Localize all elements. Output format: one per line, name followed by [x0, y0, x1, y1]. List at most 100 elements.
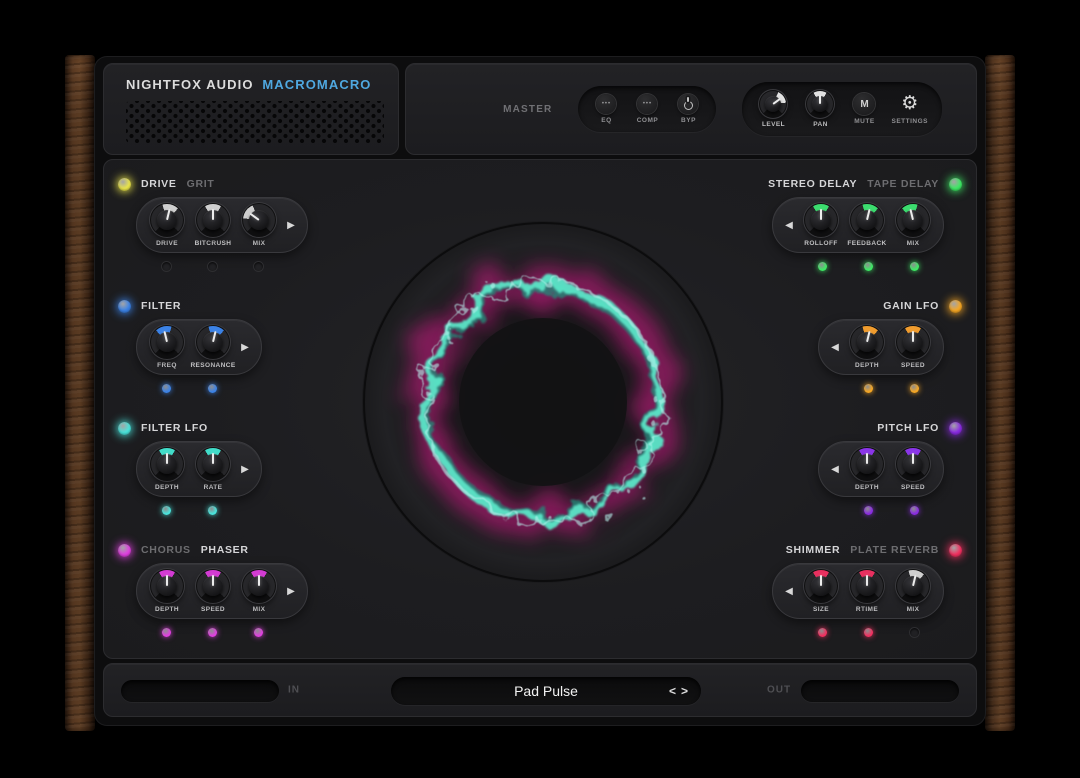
expand-right-icon[interactable]: ▶: [285, 220, 297, 231]
master-switch-cluster: ••• EQ ••• COMP BYP: [578, 86, 716, 132]
drive-mix-knob[interactable]: MIX: [239, 203, 279, 247]
shimmer-mix-knob[interactable]: MIX: [893, 569, 933, 613]
drive-power-led[interactable]: [118, 178, 131, 191]
tab-plate-reverb[interactable]: PLATE REVERB: [850, 544, 939, 556]
chorus-depth-knob[interactable]: DEPTH: [147, 569, 187, 613]
shimmer-power-led[interactable]: [949, 544, 962, 557]
mod-dot: [162, 506, 171, 515]
eq-button[interactable]: ••• EQ: [592, 94, 620, 124]
tab-drive[interactable]: DRIVE: [141, 178, 177, 190]
mod-dot: [162, 628, 171, 637]
tab-chorus[interactable]: CHORUS: [141, 544, 191, 556]
tab-gain-lfo[interactable]: GAIN LFO: [883, 300, 939, 312]
expand-left-icon[interactable]: ◀: [829, 342, 841, 353]
mod-dot: [910, 384, 919, 393]
module-filter-lfo-header: FILTER LFO: [118, 421, 208, 435]
visualizer-center: [459, 318, 627, 486]
filter-lfo-rate-knob[interactable]: RATE: [193, 447, 233, 491]
power-icon: [678, 94, 698, 114]
mod-dot: [864, 384, 873, 393]
master-knob-cluster: LEVEL PAN M MUTE ⚙ SETTINGS: [742, 82, 942, 136]
tab-pitch-lfo[interactable]: PITCH LFO: [877, 422, 939, 434]
drive-mod-dots: [136, 262, 288, 271]
mod-dot: [208, 628, 217, 637]
pitch-lfo-power-led[interactable]: [949, 422, 962, 435]
tab-phaser[interactable]: PHASER: [201, 544, 249, 556]
rolloff-knob[interactable]: ROLLOFF: [801, 203, 841, 247]
filter-lfo-power-led[interactable]: [118, 422, 131, 435]
module-shimmer-header: SHIMMER PLATE REVERB: [786, 543, 962, 557]
tab-stereo-delay[interactable]: STEREO DELAY: [768, 178, 857, 190]
gain-lfo-power-led[interactable]: [949, 300, 962, 313]
chorus-speed-knob[interactable]: SPEED: [193, 569, 233, 613]
size-knob[interactable]: SIZE: [801, 569, 841, 613]
expand-right-icon[interactable]: ▶: [285, 586, 297, 597]
expand-right-icon[interactable]: ▶: [239, 342, 251, 353]
resonance-knob[interactable]: RESONANCE: [193, 325, 233, 369]
logo: NIGHTFOX AUDIO MACROMACRO: [126, 77, 398, 92]
filter-mod-dots: [136, 384, 242, 393]
pitch-lfo-speed-knob[interactable]: SPEED: [893, 447, 933, 491]
input-meter: [121, 680, 279, 702]
settings-button[interactable]: ⚙ SETTINGS: [891, 93, 928, 125]
level-knob[interactable]: LEVEL: [756, 90, 790, 128]
comp-button[interactable]: ••• COMP: [633, 94, 661, 124]
feedback-knob[interactable]: FEEDBACK: [847, 203, 887, 247]
pan-knob[interactable]: PAN: [803, 90, 837, 128]
mod-dot: [864, 506, 873, 515]
pitch-lfo-depth-knob[interactable]: DEPTH: [847, 447, 887, 491]
mod-dot: [818, 262, 827, 271]
filter-lfo-depth-knob[interactable]: DEPTH: [147, 447, 187, 491]
shimmer-mod-dots: [792, 628, 944, 637]
mod-dot: [208, 384, 217, 393]
expand-left-icon[interactable]: ◀: [783, 586, 795, 597]
tab-grit[interactable]: GRIT: [187, 178, 215, 190]
gain-lfo-depth-knob[interactable]: DEPTH: [847, 325, 887, 369]
module-shimmer-reverb: SHIMMER PLATE REVERB ◀ SIZE RTIME: [772, 543, 964, 637]
module-drive: DRIVE GRIT DRIVE BITCRUSH MIX: [116, 177, 308, 271]
in-label: IN: [288, 685, 300, 696]
tab-filter[interactable]: FILTER: [141, 300, 181, 312]
product-name: MACROMACRO: [262, 77, 371, 92]
freq-knob[interactable]: FREQ: [147, 325, 187, 369]
delay-knob-panel: ◀ ROLLOFF FEEDBACK MIX: [772, 197, 944, 253]
gear-icon: ⚙: [901, 93, 918, 115]
brand-name: NIGHTFOX AUDIO: [126, 77, 254, 92]
bypass-button[interactable]: BYP: [674, 94, 702, 124]
rtime-knob[interactable]: RTIME: [847, 569, 887, 613]
module-filter-lfo: FILTER LFO DEPTH RATE ▶: [116, 421, 262, 515]
pitch-lfo-knob-panel: ◀ DEPTH SPEED: [818, 441, 944, 497]
chorus-power-led[interactable]: [118, 544, 131, 557]
tab-filter-lfo[interactable]: FILTER LFO: [141, 422, 208, 434]
expand-left-icon[interactable]: ◀: [783, 220, 795, 231]
gain-lfo-speed-knob[interactable]: SPEED: [893, 325, 933, 369]
orbit-visualizer[interactable]: [351, 210, 735, 594]
filter-power-led[interactable]: [118, 300, 131, 313]
delay-power-led[interactable]: [949, 178, 962, 191]
expand-left-icon[interactable]: ◀: [829, 464, 841, 475]
tab-tape-delay[interactable]: TAPE DELAY: [867, 178, 939, 190]
plugin-chassis: NIGHTFOX AUDIO MACROMACRO MASTER ••• EQ …: [95, 57, 985, 725]
chorus-mix-knob[interactable]: MIX: [239, 569, 279, 613]
preset-selector[interactable]: Pad Pulse < >: [391, 677, 701, 705]
mute-icon: M: [853, 93, 875, 115]
preset-prev-button[interactable]: <: [669, 685, 676, 697]
eq-toggle-icon: •••: [596, 94, 616, 114]
mod-dot: [910, 262, 919, 271]
delay-mix-knob[interactable]: MIX: [893, 203, 933, 247]
module-gain-lfo-header: GAIN LFO: [883, 299, 962, 313]
speaker-grille: [126, 101, 384, 143]
mod-dot: [864, 628, 873, 637]
mute-button[interactable]: M MUTE: [850, 93, 878, 125]
module-drive-header: DRIVE GRIT: [118, 177, 214, 191]
bitcrush-knob[interactable]: BITCRUSH: [193, 203, 233, 247]
preset-next-button[interactable]: >: [681, 685, 688, 697]
expand-right-icon[interactable]: ▶: [239, 464, 251, 475]
output-meter: [801, 680, 959, 702]
pitch-lfo-mod-dots: [838, 506, 944, 515]
filter-lfo-mod-dots: [136, 506, 242, 515]
drive-knob[interactable]: DRIVE: [147, 203, 187, 247]
gain-lfo-mod-dots: [838, 384, 944, 393]
mod-dot: [818, 628, 827, 637]
tab-shimmer[interactable]: SHIMMER: [786, 544, 840, 556]
